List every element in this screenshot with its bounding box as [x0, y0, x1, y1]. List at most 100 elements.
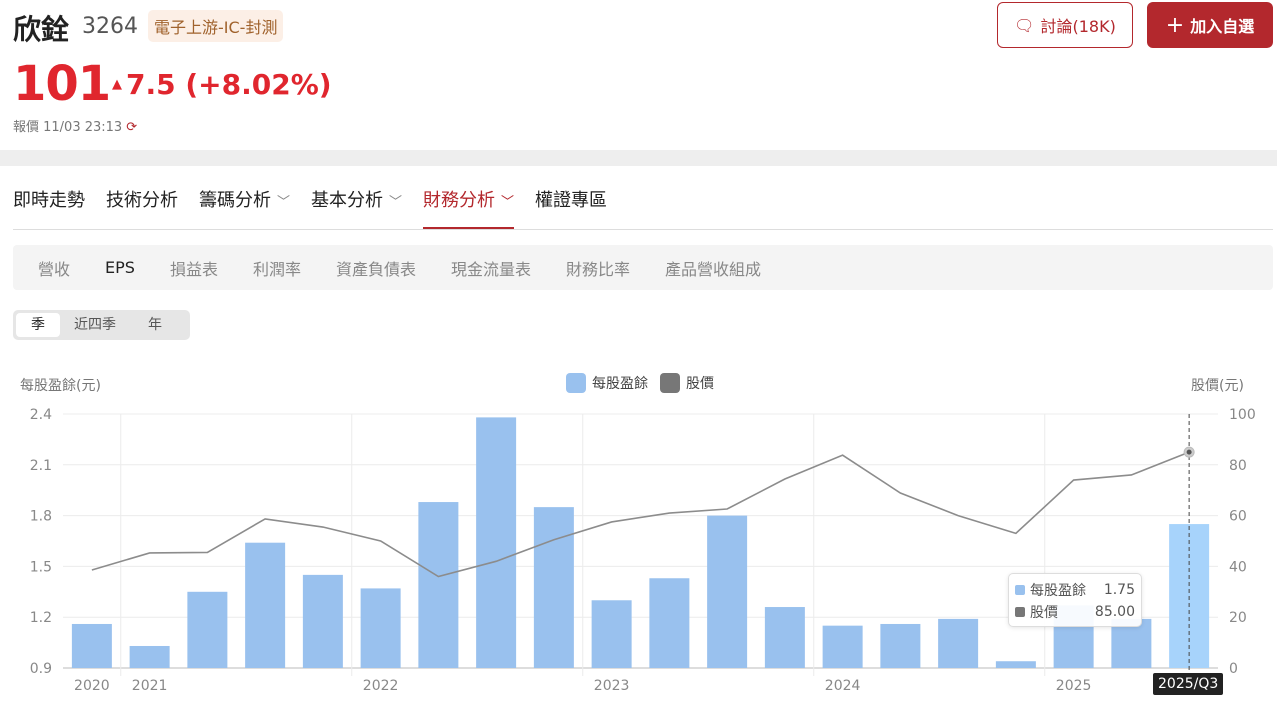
nav-item-label: 即時走勢: [13, 190, 85, 211]
x-year-label: 2022: [363, 678, 399, 694]
nav-item-label: 技術分析: [106, 190, 178, 211]
eps-bar[interactable]: [764, 607, 805, 668]
chart-tooltip: 每股盈餘 1.75 股價 85.00: [1008, 573, 1142, 627]
tooltip-price-value: 85.00: [1094, 604, 1135, 620]
x-year-label: 2025: [1056, 678, 1092, 694]
eps-bar[interactable]: [71, 623, 112, 668]
price-point[interactable]: [1186, 449, 1192, 455]
chevron-down-icon: ﹀: [277, 195, 291, 210]
nav-item[interactable]: 技術分析: [106, 186, 178, 229]
tooltip-eps-swatch: [1015, 585, 1025, 595]
change-percent: (+8.02%): [185, 68, 332, 101]
chevron-down-icon: ﹀: [501, 195, 515, 210]
legend-eps-label[interactable]: 每股盈餘: [592, 373, 648, 393]
eps-bar[interactable]: [880, 623, 921, 668]
subnav-tab[interactable]: 損益表: [170, 256, 218, 280]
price-change: ▲ 7.5 (+8.02%): [112, 68, 332, 101]
x-year-label: 2021: [132, 678, 168, 694]
tooltip-price-swatch: [1015, 607, 1025, 617]
nav-item[interactable]: 權證專區: [535, 186, 607, 229]
sub-nav: 營收 EPS 損益表 利潤率 資產負債表 現金流量表 財務比率 產品營收組成: [13, 245, 1273, 290]
eps-bar[interactable]: [822, 625, 863, 668]
y-right-tick: 40: [1229, 559, 1247, 575]
y-left-tick: 2.4: [30, 407, 52, 423]
tooltip-eps-value: 1.75: [1103, 582, 1135, 598]
legend-price-swatch[interactable]: [660, 373, 680, 393]
x-year-label: 2023: [594, 678, 630, 694]
main-nav: 即時走勢 技術分析 籌碼分析 ﹀ 基本分析 ﹀ 財務分析 ﹀ 權證專區: [13, 186, 607, 229]
y-left-tick: 1.8: [30, 509, 52, 525]
change-value: 7.5: [126, 68, 176, 101]
period-toggle: 季近四季年: [13, 310, 190, 340]
discuss-button[interactable]: 🗨 討論(18K): [997, 2, 1133, 48]
subnav-tab[interactable]: 產品營收組成: [665, 256, 761, 280]
chevron-down-icon: ﹀: [389, 195, 403, 210]
legend-price-label[interactable]: 股價: [686, 373, 714, 393]
stock-price: 101: [13, 56, 111, 112]
eps-bar[interactable]: [245, 542, 286, 668]
nav-item-label: 財務分析: [423, 190, 496, 211]
y-left-tick: 0.9: [30, 661, 52, 677]
nav-divider: [13, 229, 1273, 230]
quote-time: 報價 11/03 23:13 ⟳: [13, 116, 137, 135]
nav-item[interactable]: 籌碼分析 ﹀: [199, 186, 290, 229]
nav-item[interactable]: 財務分析 ﹀: [423, 186, 515, 229]
eps-bar[interactable]: [476, 417, 517, 668]
nav-item-label: 籌碼分析: [199, 190, 271, 211]
eps-bar[interactable]: [533, 507, 574, 668]
tooltip-price-label: 股價: [1030, 605, 1058, 621]
y-right-tick: 60: [1229, 509, 1247, 525]
y-right-tick: 100: [1229, 407, 1256, 423]
eps-bar[interactable]: [418, 502, 459, 668]
refresh-icon[interactable]: ⟳: [126, 120, 137, 135]
industry-badge[interactable]: 電子上游-IC-封測: [148, 10, 284, 42]
y-left-tick: 1.2: [30, 610, 52, 626]
comment-icon: 🗨: [1014, 15, 1035, 35]
eps-bar[interactable]: [129, 645, 170, 668]
eps-bar[interactable]: [360, 588, 401, 668]
quote-time-text: 報價 11/03 23:13: [13, 120, 123, 135]
divider-band: [0, 150, 1277, 166]
subnav-tab[interactable]: 現金流量表: [451, 256, 531, 280]
eps-chart[interactable]: 0.9 1.2 1.5 1.8 2.1 2.4 0 20 40 60 80 100 2020 2021 20…: [0, 400, 1277, 712]
y-right-tick: 0: [1229, 661, 1238, 677]
watchlist-label: 加入自選: [1190, 17, 1255, 36]
period-option[interactable]: 年: [130, 313, 180, 337]
tooltip-eps-label: 每股盈餘: [1030, 583, 1086, 599]
y-right-tick: 20: [1229, 610, 1247, 626]
eps-bar[interactable]: [187, 591, 228, 668]
stock-code: 3264: [82, 14, 138, 39]
subnav-tab[interactable]: 利潤率: [253, 256, 301, 280]
add-watchlist-button[interactable]: + 加入自選: [1147, 2, 1273, 48]
up-triangle-icon: ▲: [112, 77, 122, 92]
nav-item[interactable]: 即時走勢: [13, 186, 85, 229]
subnav-tab[interactable]: 資產負債表: [336, 256, 416, 280]
eps-bar[interactable]: [591, 600, 632, 668]
y-right-tick: 80: [1229, 458, 1247, 474]
subnav-tab[interactable]: EPS: [105, 258, 135, 277]
subnav-tab[interactable]: 財務比率: [566, 256, 630, 280]
x-axis-pointer-label: 2025/Q3: [1153, 673, 1224, 695]
eps-bar[interactable]: [995, 661, 1036, 668]
x-year-label: 2020: [74, 678, 110, 694]
nav-item-label: 權證專區: [535, 190, 608, 211]
chart-legend: 每股盈餘 股價: [566, 373, 714, 393]
eps-bar[interactable]: [707, 515, 748, 668]
legend-eps-swatch[interactable]: [566, 373, 586, 393]
right-axis-title: 股價(元): [1191, 378, 1244, 394]
discuss-label: 討論(18K): [1040, 17, 1116, 36]
subnav-tab[interactable]: 營收: [38, 256, 70, 280]
y-left-tick: 1.5: [30, 559, 52, 575]
eps-bar[interactable]: [938, 618, 979, 668]
x-year-label: 2024: [825, 678, 861, 694]
eps-bar[interactable]: [302, 574, 343, 668]
eps-bar[interactable]: [649, 578, 690, 668]
stock-name: 欣銓: [13, 13, 70, 46]
period-option[interactable]: 近四季: [60, 313, 130, 337]
y-left-tick: 2.1: [30, 458, 52, 474]
nav-item-label: 基本分析: [311, 190, 384, 211]
left-axis-title: 每股盈餘(元): [20, 378, 101, 394]
plus-icon: +: [1165, 12, 1185, 38]
nav-item[interactable]: 基本分析 ﹀: [311, 186, 402, 229]
period-option[interactable]: 季: [16, 313, 60, 337]
